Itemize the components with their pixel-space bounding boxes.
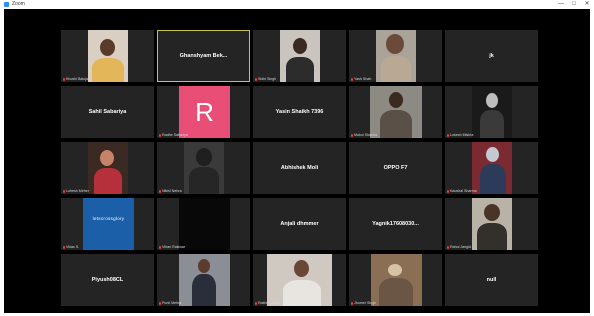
participant-tile[interactable]: Rahul Jangid [445, 198, 538, 250]
participant-name: null [486, 277, 497, 283]
mic-muted-icon [159, 133, 161, 137]
participant-tile[interactable]: Yagnik17608030... [349, 198, 442, 250]
participant-name-tag: Lohesh Meher [63, 189, 89, 193]
mic-muted-icon [351, 77, 353, 81]
mic-muted-icon [63, 77, 65, 81]
mic-muted-icon [447, 189, 449, 193]
participant-tile[interactable]: letscrossglory Vikas S. [61, 198, 154, 250]
participant-tile[interactable]: Lohesh Meher [61, 142, 154, 194]
participant-name-tag: Rakhi Parekh [255, 301, 280, 305]
participant-tile[interactable]: Punit Mehra [157, 254, 250, 306]
participant-name-tag: Vihan Raikwar [159, 245, 185, 249]
participant-name-tag: Jhumer Singh [351, 301, 376, 305]
participant-name-tag: Khushi Baluja [63, 77, 88, 81]
participant-video [376, 30, 416, 82]
participant-tile[interactable]: R Radhe Sabariya [157, 86, 250, 138]
participant-tile-active-speaker[interactable]: Ghanshyam Bek... [157, 30, 250, 82]
close-button[interactable]: ✕ [581, 0, 593, 9]
participant-avatar: R [179, 86, 230, 138]
participant-name-tag: Nikhil Nehra [159, 189, 182, 193]
participant-tile[interactable]: Piyush08CL [61, 254, 154, 306]
participant-name-tag: Punit Mehra [159, 301, 181, 305]
participant-video [472, 198, 512, 250]
logo-text: letscrossglory [92, 216, 125, 221]
participant-tile[interactable]: jk [445, 30, 538, 82]
participant-name-tag: Lokesh Mishra [447, 133, 473, 137]
mic-muted-icon [159, 301, 161, 305]
participant-tile[interactable]: Yash Shah [349, 30, 442, 82]
mic-muted-icon [255, 301, 257, 305]
participant-tile[interactable]: Anjali dhmmer [253, 198, 346, 250]
participant-name-tag: Sidhi Singh [255, 77, 276, 81]
participant-tile[interactable]: OPPO F7 [349, 142, 442, 194]
participant-name: Yagnik17608030... [372, 221, 419, 227]
participant-name-tag: Mukul Sharma [351, 133, 377, 137]
mic-muted-icon [159, 189, 161, 193]
participant-video [88, 30, 128, 82]
participant-video [267, 254, 332, 306]
participant-video: letscrossglory [83, 198, 134, 250]
participant-video [280, 30, 320, 82]
participant-name: OPPO F7 [383, 165, 408, 171]
mic-muted-icon [63, 245, 65, 249]
participant-video [179, 198, 230, 250]
mic-muted-icon [255, 77, 257, 81]
participant-tile[interactable]: Vihan Raikwar [157, 198, 250, 250]
participant-name: Piyush08CL [91, 277, 124, 283]
participant-tile[interactable]: Yasin Shaikh 7396 [253, 86, 346, 138]
participant-video [184, 142, 224, 194]
title-bar: Zoom — □ ✕ [0, 0, 594, 9]
participant-video [370, 86, 422, 138]
mic-muted-icon [447, 245, 449, 249]
mic-muted-icon [447, 133, 449, 137]
participant-name: Ghanshyam Bek... [179, 53, 228, 59]
participant-video [88, 142, 128, 194]
mic-muted-icon [351, 133, 353, 137]
participant-name-tag: Rahul Jangid [447, 245, 471, 249]
participant-video [472, 142, 512, 194]
participant-name-tag: Yash Shah [351, 77, 371, 81]
participant-tile[interactable]: Rakhi Parekh [253, 254, 346, 306]
participant-tile[interactable]: Sahil Sabariya [61, 86, 154, 138]
window-title: Zoom [12, 1, 25, 7]
participant-tile[interactable]: Lokesh Mishra [445, 86, 538, 138]
participant-name: Yasin Shaikh 7396 [275, 109, 324, 115]
participant-tile[interactable]: Nikhil Nehra [157, 142, 250, 194]
participant-tile[interactable]: Khushi Baluja [61, 30, 154, 82]
participant-tile[interactable]: Abhishek Moli [253, 142, 346, 194]
participant-tile[interactable]: Sidhi Singh [253, 30, 346, 82]
participant-tile[interactable]: Kaushal Sharma [445, 142, 538, 194]
participant-name-tag: Radhe Sabariya [159, 133, 188, 137]
participant-name: jk [489, 53, 494, 59]
participant-video [472, 86, 512, 138]
mic-muted-icon [351, 301, 353, 305]
participant-tile[interactable]: null [445, 254, 538, 306]
participant-tile[interactable]: Mukul Sharma [349, 86, 442, 138]
minimize-button[interactable]: — [555, 0, 567, 9]
mic-muted-icon [159, 245, 161, 249]
participant-name: Abhishek Moli [280, 165, 319, 171]
participant-video [179, 254, 230, 306]
participant-tile[interactable]: Jhumer Singh [349, 254, 442, 306]
gallery-view: Khushi Baluja Ghanshyam Bek... Sidhi Sin… [4, 9, 590, 313]
participant-name-tag: Vikas S. [63, 245, 79, 249]
participant-name: Anjali dhmmer [280, 221, 319, 227]
participant-name: Sahil Sabariya [88, 109, 127, 115]
mic-muted-icon [63, 189, 65, 193]
zoom-app-icon [4, 2, 9, 7]
participant-name-tag: Kaushal Sharma [447, 189, 477, 193]
maximize-button[interactable]: □ [568, 0, 580, 9]
participant-video [371, 254, 422, 306]
